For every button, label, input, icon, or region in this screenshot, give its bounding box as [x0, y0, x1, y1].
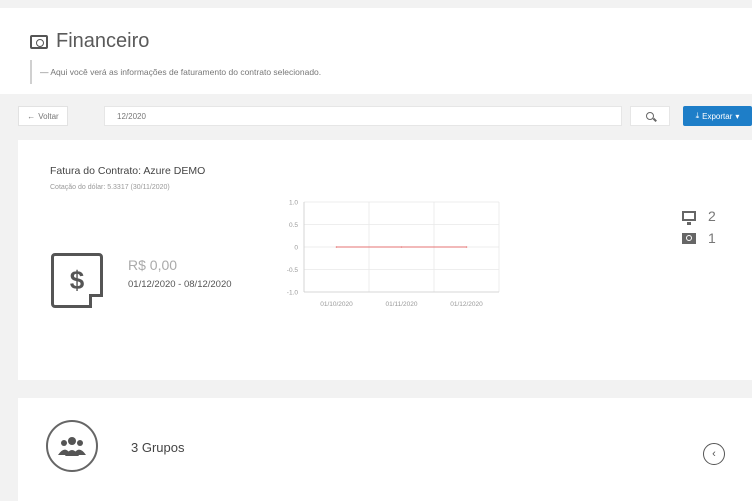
- exchange-rate-note: Cotação do dólar: 5.3317 (30/11/2020): [50, 184, 170, 191]
- invoice-dollar-icon: $: [51, 253, 103, 308]
- money-bill-icon: [30, 34, 48, 49]
- back-button-label: Voltar: [38, 111, 59, 121]
- download-icon: ⤓: [695, 111, 700, 120]
- groups-card: 3 Grupos ‹: [18, 398, 752, 501]
- filter-bar: ← Voltar 12/2020 ⤓ Exportar ▾: [18, 104, 752, 128]
- series-point: [465, 246, 468, 248]
- groups-count: 3 Grupos: [131, 440, 185, 455]
- page-header: Financeiro — Aqui você verá as informaçõ…: [0, 8, 752, 94]
- x-tick-label: 01/11/2020: [385, 301, 417, 308]
- x-tick-label: 01/12/2020: [450, 301, 483, 308]
- users-icon: [58, 437, 86, 456]
- arrow-left-icon: ←: [27, 111, 36, 121]
- billing-stat: 1: [682, 230, 716, 246]
- page-title: Financeiro: [30, 30, 149, 53]
- y-tick-label: 0.5: [289, 222, 298, 229]
- y-tick-label: 1.0: [289, 200, 298, 207]
- period-input[interactable]: 12/2020: [104, 106, 622, 126]
- page-subtitle: — Aqui você verá as informações de fatur…: [30, 60, 321, 84]
- x-tick-label: 01/10/2020: [320, 301, 353, 308]
- caret-down-icon: ▾: [735, 111, 740, 121]
- series-point: [400, 246, 403, 248]
- monitor-icon: [682, 211, 696, 225]
- chevron-left-icon: ‹: [712, 447, 716, 460]
- money-icon: [682, 232, 696, 244]
- export-button[interactable]: ⤓ Exportar ▾: [683, 106, 752, 126]
- invoice-amount: R$ 0,00: [128, 257, 178, 273]
- machines-count: 2: [708, 208, 716, 224]
- top-strip: [0, 0, 752, 8]
- groups-avatar: [46, 420, 98, 472]
- export-button-label: Exportar: [702, 111, 733, 121]
- search-button[interactable]: [630, 106, 670, 126]
- y-tick-label: -0.5: [287, 267, 299, 274]
- billing-line-chart: 1.0 0.5 0 -0.5 -1.0 01/10/2020 01/11/2020 01/12…: [287, 200, 500, 308]
- search-icon: [646, 112, 654, 120]
- page-title-text: Financeiro: [56, 30, 150, 52]
- billing-count: 1: [708, 230, 716, 246]
- collapse-toggle-button[interactable]: ‹: [703, 443, 725, 465]
- series-point: [335, 246, 338, 248]
- y-tick-label: 0: [294, 245, 298, 252]
- machines-stat: 2: [682, 208, 716, 225]
- contract-summary-card: Fatura do Contrato: Azure DEMO Cotação d…: [18, 140, 752, 380]
- billing-period: 01/12/2020 - 08/12/2020: [128, 279, 232, 290]
- contract-title: Fatura do Contrato: Azure DEMO: [50, 165, 206, 177]
- y-tick-label: -1.0: [287, 290, 299, 297]
- back-button[interactable]: ← Voltar: [18, 106, 68, 126]
